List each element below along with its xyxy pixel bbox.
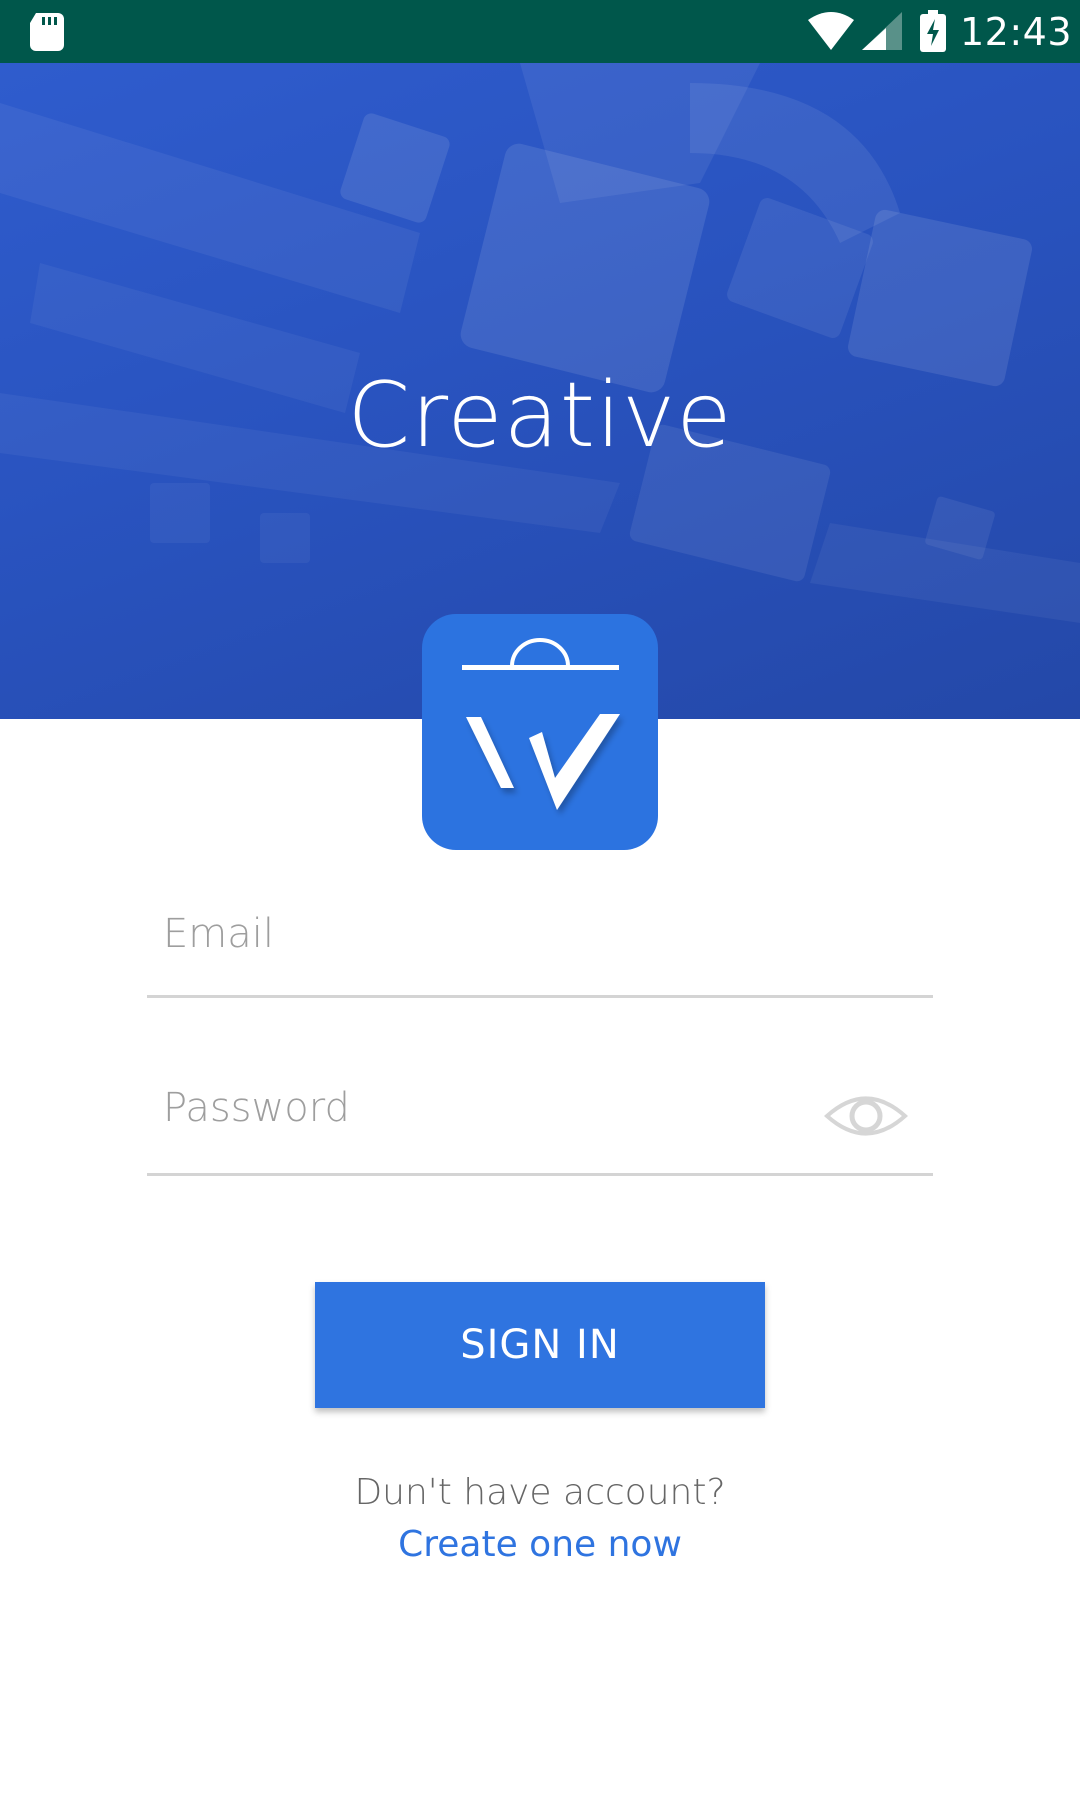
eye-icon[interactable] xyxy=(823,1073,909,1159)
password-field xyxy=(147,1053,933,1176)
email-field xyxy=(147,879,933,998)
app-logo xyxy=(422,614,658,850)
cellular-signal-icon xyxy=(862,12,902,50)
sd-card-icon xyxy=(30,13,64,51)
email-input[interactable] xyxy=(163,879,863,989)
wifi-icon xyxy=(808,12,854,50)
shopping-bag-w-icon xyxy=(462,638,620,810)
password-input[interactable] xyxy=(163,1053,863,1163)
status-bar: 12:43 xyxy=(0,0,1080,63)
signup-prompt: Dun't have account? xyxy=(354,1472,726,1513)
status-clock: 12:43 xyxy=(960,10,1073,54)
app-title: Creative xyxy=(347,363,733,468)
sign-in-button[interactable]: SIGN IN xyxy=(315,1282,765,1408)
battery-charging-icon xyxy=(920,10,946,52)
create-account-link[interactable]: Create one now xyxy=(0,1524,1080,1565)
